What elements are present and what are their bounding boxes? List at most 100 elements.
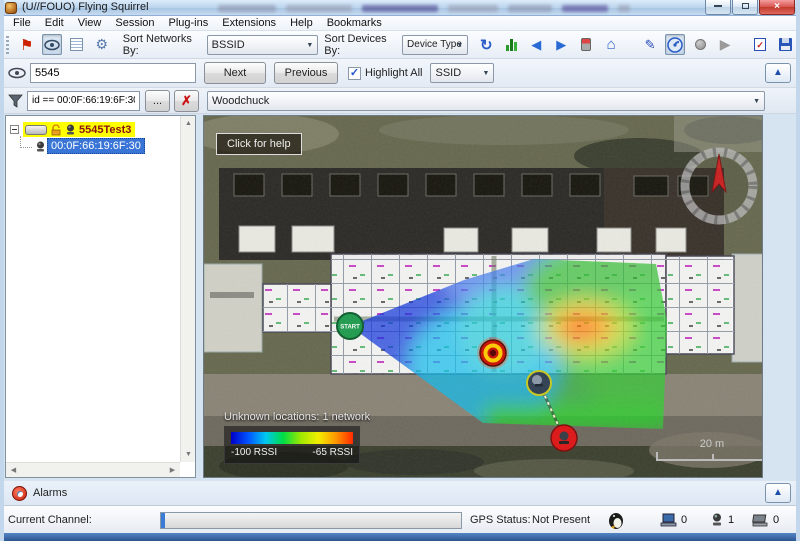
notes-button[interactable] bbox=[67, 34, 87, 55]
previous-button[interactable]: Previous bbox=[274, 62, 338, 84]
menu-bookmarks[interactable]: Bookmarks bbox=[320, 17, 389, 29]
scale-line bbox=[656, 452, 763, 461]
menu-bar: File Edit View Session Plug-ins Extensio… bbox=[0, 16, 800, 31]
sort-devices-label: Sort Devices By: bbox=[324, 33, 398, 57]
network-tree-panel[interactable]: 5545Test3 00:0F:66:19:6F:30 ▲ ▼ ◀ ▶ bbox=[5, 115, 196, 478]
scroll-up-icon[interactable]: ▲ bbox=[181, 116, 196, 131]
refresh-button[interactable]: ↻ bbox=[476, 34, 496, 55]
status-bar: Current Channel: GPS Status: Not Present… bbox=[0, 505, 800, 533]
tree-collapse-icon[interactable] bbox=[10, 125, 19, 134]
search-toolbar: Next Previous ✓ Highlight All SSID ▼ ▲ bbox=[0, 59, 800, 88]
clear-filter-button[interactable]: ✗ bbox=[174, 90, 199, 112]
menu-plugins[interactable]: Plug-ins bbox=[162, 17, 216, 29]
menu-edit[interactable]: Edit bbox=[38, 17, 71, 29]
flag-icon: ⚑ bbox=[20, 36, 33, 54]
current-channel-label: Current Channel: bbox=[8, 514, 92, 526]
play-button[interactable]: ▶ bbox=[715, 34, 735, 55]
checklist-button[interactable]: ✓ bbox=[750, 34, 770, 55]
filter-browse-button[interactable]: ... bbox=[145, 90, 170, 112]
browse-button-label: ... bbox=[153, 95, 162, 107]
scale-label: 20 m bbox=[656, 438, 763, 450]
window-left-border bbox=[0, 0, 4, 541]
window-right-border bbox=[796, 0, 800, 541]
home-icon: ⌂ bbox=[607, 36, 616, 53]
menu-file[interactable]: File bbox=[6, 17, 38, 29]
device-power-button[interactable] bbox=[576, 34, 596, 55]
scroll-right-icon[interactable]: ▶ bbox=[165, 463, 180, 478]
highlight-all-checkbox[interactable]: ✓ Highlight All bbox=[348, 67, 422, 80]
laptop-count: 0 bbox=[660, 513, 687, 527]
handheld-count: 0 bbox=[752, 513, 779, 527]
play-icon: ▶ bbox=[720, 36, 731, 53]
filter-expression-input[interactable] bbox=[27, 91, 140, 111]
visibility-toggle-button[interactable] bbox=[42, 34, 62, 55]
sort-networks-select[interactable]: BSSID ▼ bbox=[207, 35, 319, 55]
laptop-icon bbox=[660, 513, 677, 527]
rssi-gradient-bar bbox=[231, 432, 353, 444]
legend-max-label: -65 RSSI bbox=[312, 447, 353, 458]
search-input[interactable] bbox=[30, 63, 196, 83]
menu-session[interactable]: Session bbox=[108, 17, 161, 29]
antenna-count-value: 1 bbox=[728, 514, 734, 526]
sort-devices-select[interactable]: Device Type ▼ bbox=[402, 35, 468, 55]
tree-root-row[interactable]: 5545Test3 bbox=[10, 122, 135, 137]
home-button[interactable]: ⌂ bbox=[601, 34, 621, 55]
list-icon bbox=[70, 38, 83, 51]
search-field-value: SSID bbox=[435, 67, 461, 79]
collapse-alarms-button[interactable]: ▲ bbox=[765, 483, 791, 503]
gps-status-label: GPS Status: bbox=[470, 514, 531, 526]
title-bar[interactable]: (U//FOUO) Flying Squirrel × bbox=[0, 0, 800, 16]
record-button[interactable] bbox=[690, 34, 710, 55]
close-button[interactable]: × bbox=[759, 0, 795, 15]
tree-child-row[interactable]: 00:0F:66:19:6F:30 bbox=[20, 138, 145, 154]
collapse-search-button[interactable]: ▲ bbox=[765, 63, 791, 83]
alarms-label: Alarms bbox=[33, 487, 67, 499]
scroll-left-icon[interactable]: ◀ bbox=[6, 463, 21, 478]
tree-root-highlight[interactable]: 5545Test3 bbox=[23, 122, 135, 137]
map-canvas[interactable]: START bbox=[203, 115, 763, 478]
scroll-down-icon[interactable]: ▼ bbox=[181, 447, 196, 462]
arrow-right-icon: ▶ bbox=[556, 37, 566, 53]
toolbar-grip[interactable] bbox=[6, 36, 9, 54]
help-button[interactable]: Click for help bbox=[216, 133, 302, 155]
sort-networks-label: Sort Networks By: bbox=[123, 33, 203, 57]
red-x-icon: ✗ bbox=[181, 93, 192, 109]
rssi-legend: Unknown locations: 1 network -100 RSSI -… bbox=[224, 411, 370, 464]
minimize-button[interactable] bbox=[705, 0, 731, 15]
antenna-icon bbox=[710, 512, 724, 527]
chart-icon bbox=[506, 39, 517, 51]
maximize-button[interactable] bbox=[732, 0, 758, 15]
statistics-button[interactable] bbox=[501, 34, 521, 55]
eye-icon bbox=[8, 67, 26, 79]
save-button[interactable] bbox=[775, 34, 795, 55]
next-button-label: Next bbox=[224, 67, 247, 79]
tree-horizontal-scrollbar[interactable]: ◀ ▶ bbox=[6, 462, 180, 477]
settings-button[interactable]: ⚙ bbox=[92, 34, 112, 55]
network-root-label[interactable]: 5545Test3 bbox=[79, 124, 131, 136]
menu-view[interactable]: View bbox=[71, 17, 109, 29]
tree-vertical-scrollbar[interactable]: ▲ ▼ bbox=[180, 116, 195, 462]
back-button[interactable]: ◀ bbox=[526, 34, 546, 55]
alarm-clock-icon bbox=[12, 486, 27, 501]
survey-mode-button[interactable] bbox=[665, 34, 685, 55]
alarms-bar[interactable]: Alarms ▲ bbox=[0, 481, 800, 505]
menu-extensions[interactable]: Extensions bbox=[215, 17, 283, 29]
annotate-button[interactable]: ✎ bbox=[640, 34, 660, 55]
laptop-count-value: 0 bbox=[681, 514, 687, 526]
antenna-icon bbox=[64, 123, 77, 136]
next-button[interactable]: Next bbox=[204, 62, 266, 84]
forward-button[interactable]: ▶ bbox=[551, 34, 571, 55]
application-window: (U//FOUO) Flying Squirrel × File Edit Vi… bbox=[0, 0, 800, 541]
menu-help[interactable]: Help bbox=[283, 17, 320, 29]
legend-title: Unknown locations: 1 network bbox=[224, 411, 370, 423]
map-selector[interactable]: Woodchuck ▼ bbox=[207, 91, 765, 111]
refresh-icon: ↻ bbox=[480, 36, 493, 54]
sort-devices-value: Device Type bbox=[407, 39, 462, 50]
flag-button[interactable]: ⚑ bbox=[17, 34, 37, 55]
search-field-select[interactable]: SSID ▼ bbox=[430, 63, 494, 83]
handheld-count-value: 0 bbox=[773, 514, 779, 526]
radar-icon bbox=[667, 37, 683, 53]
bssid-node-label[interactable]: 00:0F:66:19:6F:30 bbox=[47, 138, 145, 154]
eye-icon bbox=[44, 39, 60, 51]
checkbox-check-icon: ✓ bbox=[348, 67, 361, 80]
